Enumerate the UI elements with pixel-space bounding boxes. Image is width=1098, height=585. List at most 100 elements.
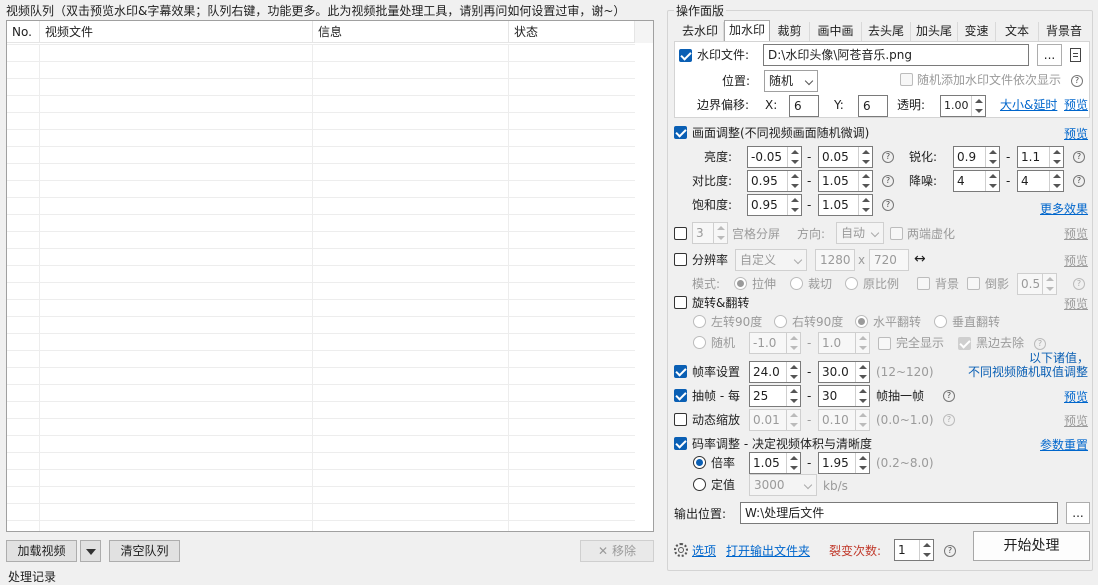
fps-checkbox[interactable] — [674, 365, 687, 378]
open-output-folder-link[interactable]: 打开输出文件夹 — [726, 543, 810, 559]
contrast-max-spinner[interactable]: 1.05 — [818, 170, 873, 192]
zoom-max-spinner[interactable]: 0.10 — [818, 409, 870, 431]
tab-pip[interactable]: 画中画 — [810, 22, 862, 41]
tab-intro-outro[interactable]: 加头尾 — [911, 22, 958, 41]
mode-ratio-radio[interactable] — [845, 277, 858, 290]
denoise-min-spinner[interactable]: 4 — [953, 170, 1000, 192]
rotate-flip-checkbox[interactable] — [674, 296, 687, 309]
col-status[interactable]: 状态 — [509, 21, 635, 43]
spinner-arrows-icon[interactable] — [971, 96, 985, 116]
reset-params-link[interactable]: 参数重置 — [1040, 437, 1088, 453]
help-icon[interactable]: ? — [882, 151, 894, 163]
resolution-preview-link[interactable]: 预览 — [1064, 253, 1088, 269]
help-icon[interactable]: ? — [1073, 151, 1085, 163]
brightness-min-spinner[interactable]: -0.05 — [747, 146, 802, 168]
dynamic-zoom-checkbox[interactable] — [674, 413, 687, 426]
fixed-bitrate-radio[interactable] — [693, 478, 706, 491]
remove-button[interactable]: ✕ 移除 — [580, 540, 654, 562]
random-add-checkbox[interactable] — [900, 73, 913, 86]
frame-drop-checkbox[interactable] — [674, 389, 687, 402]
fps-max-spinner[interactable]: 30.0 — [818, 361, 870, 383]
help-icon[interactable]: ? — [944, 545, 956, 557]
background-checkbox[interactable] — [917, 277, 930, 290]
picture-preview-link[interactable]: 预览 — [1064, 126, 1088, 142]
help-icon[interactable]: ? — [943, 390, 955, 402]
resolution-width-input[interactable]: 1280 — [815, 249, 855, 271]
edge-blur-checkbox[interactable] — [890, 227, 903, 240]
fps-min-spinner[interactable]: 24.0 — [749, 361, 801, 383]
resolution-preset-select[interactable]: 自定义 — [735, 249, 807, 271]
margin-y-input[interactable]: 6 — [858, 95, 888, 117]
denoise-max-spinner[interactable]: 4 — [1017, 170, 1064, 192]
zoom-preview-link[interactable]: 预览 — [1064, 413, 1088, 429]
load-video-button[interactable]: 加载视频 — [6, 540, 77, 562]
rotate-left-radio[interactable] — [693, 315, 706, 328]
help-icon[interactable]: ? — [1034, 338, 1046, 350]
rotate-right-radio[interactable] — [774, 315, 787, 328]
picture-adjust-checkbox[interactable] — [674, 126, 687, 139]
clear-queue-button[interactable]: 清空队列 — [109, 540, 180, 562]
tab-add-watermark[interactable]: 加水印 — [724, 20, 770, 42]
rotate-random-max-spinner[interactable]: 1.0 — [818, 332, 870, 354]
brightness-max-spinner[interactable]: 0.05 — [818, 146, 873, 168]
tab-speed[interactable]: 变速 — [958, 22, 996, 41]
mode-crop-radio[interactable] — [790, 277, 803, 290]
tab-trim[interactable]: 去头尾 — [862, 22, 911, 41]
col-info[interactable]: 信息 — [313, 21, 509, 43]
document-icon[interactable] — [1070, 48, 1081, 62]
grid-preview-link[interactable]: 预览 — [1064, 226, 1088, 242]
tab-remove-watermark[interactable]: 去水印 — [677, 22, 724, 41]
resolution-checkbox[interactable] — [674, 253, 687, 266]
rotate-random-min-spinner[interactable]: -1.0 — [749, 332, 801, 354]
reflect-spinner[interactable]: 0.5 — [1017, 273, 1057, 295]
watermark-enable-checkbox[interactable] — [679, 49, 692, 62]
help-icon[interactable]: ? — [1073, 278, 1085, 290]
hflip-radio[interactable] — [855, 315, 868, 328]
help-icon[interactable]: ? — [943, 414, 955, 426]
direction-select[interactable]: 自动 — [836, 222, 884, 244]
saturation-max-spinner[interactable]: 1.05 — [818, 194, 873, 216]
sharpen-max-spinner[interactable]: 1.1 — [1017, 146, 1064, 168]
tab-crop[interactable]: 裁剪 — [770, 22, 810, 41]
help-icon[interactable]: ? — [1073, 175, 1085, 187]
grid-split-checkbox[interactable] — [674, 227, 687, 240]
multiplier-min-spinner[interactable]: 1.05 — [749, 452, 801, 474]
full-show-checkbox[interactable] — [878, 337, 891, 350]
vflip-radio[interactable] — [934, 315, 947, 328]
mode-stretch-radio[interactable] — [734, 277, 747, 290]
help-icon[interactable]: ? — [882, 199, 894, 211]
margin-x-input[interactable]: 6 — [789, 95, 819, 117]
col-video-file[interactable]: 视频文件 — [40, 21, 313, 43]
reflect-checkbox[interactable] — [967, 277, 980, 290]
help-icon[interactable]: ? — [1071, 75, 1083, 87]
watermark-preview-link[interactable]: 预览 — [1064, 97, 1088, 113]
queue-table[interactable]: No. 视频文件 信息 状态 — [6, 20, 654, 532]
grid-count-spinner[interactable]: 3 — [692, 222, 728, 244]
watermark-file-input[interactable]: D:\水印头像\阿苍音乐.png — [763, 44, 1029, 66]
tab-text[interactable]: 文本 — [996, 22, 1039, 41]
bitrate-checkbox[interactable] — [674, 437, 687, 450]
watermark-browse-button[interactable]: ... — [1037, 44, 1062, 66]
multiplier-max-spinner[interactable]: 1.95 — [818, 452, 870, 474]
output-path-input[interactable]: W:\处理后文件 — [740, 502, 1058, 524]
frame-drop-min-spinner[interactable]: 25 — [749, 385, 801, 407]
more-effects-link[interactable]: 更多效果 — [1040, 201, 1088, 217]
resolution-height-input[interactable]: 720 — [869, 249, 909, 271]
fixed-bitrate-select[interactable]: 3000 — [749, 474, 817, 496]
zoom-min-spinner[interactable]: 0.01 — [749, 409, 801, 431]
position-select[interactable]: 随机 — [764, 70, 818, 92]
tab-bgm[interactable]: 背景音 — [1039, 22, 1089, 41]
contrast-min-spinner[interactable]: 0.95 — [747, 170, 802, 192]
opacity-spinner[interactable]: 1.00 — [940, 95, 986, 117]
rotate-preview-link[interactable]: 预览 — [1064, 296, 1088, 312]
swap-icon[interactable]: ↔ — [914, 251, 926, 267]
frame-drop-preview-link[interactable]: 预览 — [1064, 389, 1088, 405]
saturation-min-spinner[interactable]: 0.95 — [747, 194, 802, 216]
rotate-random-radio[interactable] — [693, 336, 706, 349]
output-browse-button[interactable]: ... — [1066, 502, 1090, 524]
sharpen-min-spinner[interactable]: 0.9 — [953, 146, 1000, 168]
gear-icon[interactable] — [674, 543, 688, 557]
fission-spinner[interactable]: 1 — [894, 539, 934, 561]
frame-drop-max-spinner[interactable]: 30 — [818, 385, 870, 407]
multiplier-radio[interactable] — [693, 456, 706, 469]
